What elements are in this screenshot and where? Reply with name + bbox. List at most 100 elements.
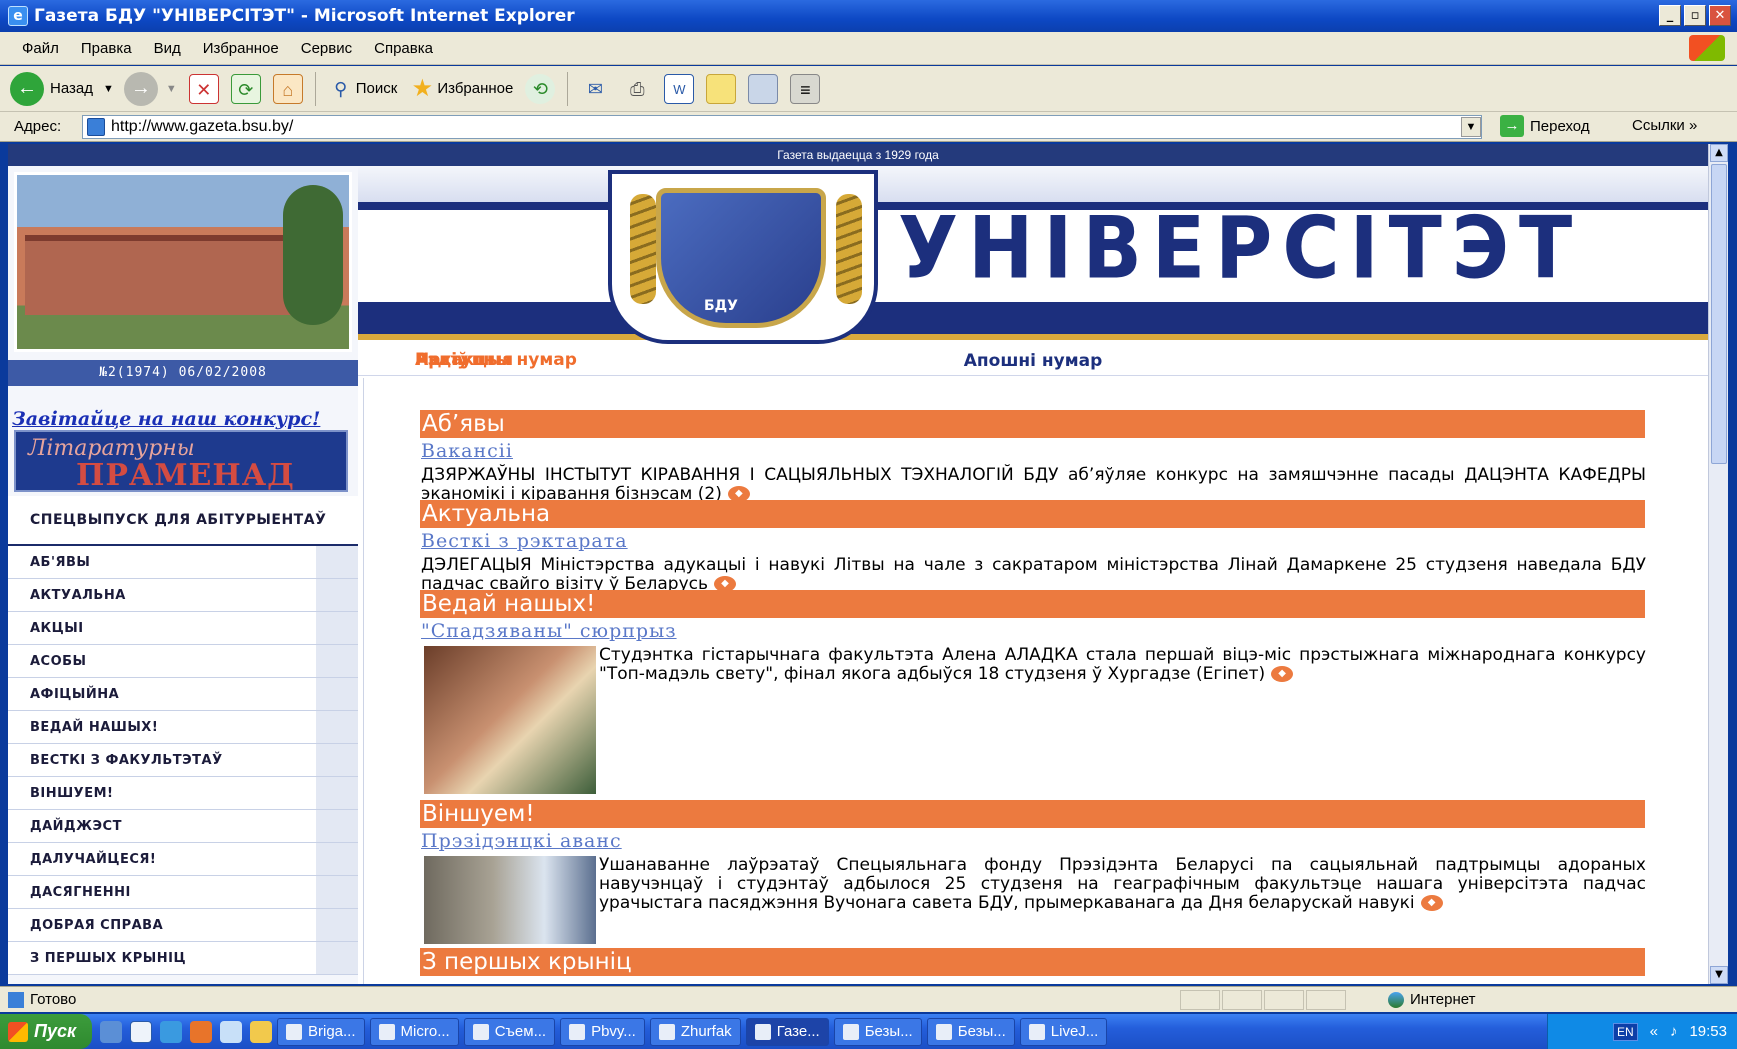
address-field[interactable]: http://www.gazeta.bsu.by/ ▼ [82,115,1482,139]
menu-file[interactable]: Файл [22,40,59,57]
page-scrollbar[interactable]: ▲ ▼ [1708,144,1728,984]
task-button[interactable]: Pbvy... [560,1017,645,1046]
nav-item-faculty-news[interactable]: ВЕСТКІ З ФАКУЛЬТЭТАЎ [8,744,358,777]
favorites-button[interactable]: ★ Избранное [407,74,514,104]
maximize-button[interactable]: ▫ [1684,5,1706,26]
history-icon[interactable]: ⟲ [525,73,556,104]
scroll-thumb[interactable] [1711,164,1727,464]
more-arrow-icon[interactable]: ◆ [1271,666,1294,682]
bsu-crest-logo: БДУ [608,170,878,344]
nav-item-actions[interactable]: АКЦЫІ [8,612,358,645]
start-button[interactable]: Пуск [0,1014,92,1049]
article-headline[interactable]: Прэзідэнцкі аванс [421,830,622,852]
section-header: З першых крыніц [420,948,1645,976]
back-dropdown-icon[interactable]: ▼ [103,83,114,95]
stop-icon[interactable]: ✕ [188,73,219,104]
menu-help[interactable]: Справка [374,40,433,57]
quicklaunch-firefox-icon[interactable] [190,1020,212,1043]
task-button[interactable]: Безы... [926,1017,1015,1046]
nav-item-congrats[interactable]: ВІНШУЕМ! [8,777,358,810]
nav-item-adverts[interactable]: АБ'ЯВЫ [8,546,358,579]
window-title: Газета БДУ "УНІВЕРСІТЭТ" - Microsoft Int… [34,6,575,26]
wheat-left-icon [630,194,656,304]
article-text: Студэнтка гістарычнага факультэта Алена … [599,645,1646,684]
tab-editorial[interactable]: Рэдакцыя [415,351,1640,370]
masthead-bottom-band [358,302,1708,334]
forward-button[interactable]: → ▼ [123,71,177,106]
messenger-icon[interactable] [748,73,779,104]
more-arrow-icon[interactable]: ◆ [1420,895,1443,911]
go-button[interactable]: → Переход [1500,115,1590,137]
crest-text: БДУ [704,298,738,314]
status-pane [1306,990,1346,1010]
article-summary: Студэнтка гістарычнага факультэта Алена … [599,646,1646,684]
links-button[interactable]: Ссылки » [1632,117,1697,134]
minimize-button[interactable]: _ [1659,5,1681,26]
refresh-icon[interactable]: ⟳ [230,73,261,104]
quicklaunch-desktop-icon[interactable] [100,1020,122,1043]
print-icon[interactable]: ⎙ [622,74,652,104]
article-headline[interactable]: Весткі з рэктарата [421,530,628,552]
scroll-up-icon[interactable]: ▲ [1710,144,1728,162]
search-icon: ⚲ [334,78,348,99]
quicklaunch-word-icon[interactable] [130,1020,152,1043]
task-button[interactable]: LiveJ... [1019,1017,1108,1046]
task-button[interactable]: Безы... [833,1017,922,1046]
quicklaunch-app-icon[interactable] [220,1020,242,1043]
clock: 19:53 [1689,1023,1727,1040]
start-label: Пуск [34,1021,77,1041]
address-dropdown-icon[interactable]: ▼ [1461,117,1481,137]
quicklaunch-ie-icon[interactable] [160,1020,182,1043]
task-icon [935,1023,952,1040]
nav-item-achievements[interactable]: ДАСЯГНЕННІ [8,876,358,909]
menu-favorites[interactable]: Избранное [203,40,279,57]
task-button-active[interactable]: Газе... [745,1017,829,1046]
volume-icon[interactable]: ♪ [1670,1023,1678,1040]
research-icon[interactable]: ≡ [790,73,821,104]
nav-item-abiturients[interactable]: СПЕЦВЫПУСК ДЛЯ АБІТУРЫЕНТАЎ [8,496,358,546]
article-headline[interactable]: Вакансіі [421,440,513,462]
nav-item-official[interactable]: АФІЦЫЙНА [8,678,358,711]
nav-item-good-deed[interactable]: ДОБРАЯ СПРАВА [8,909,358,942]
task-icon [1028,1023,1045,1040]
task-button[interactable]: Briga... [277,1017,365,1046]
menu-edit[interactable]: Правка [81,40,132,57]
discuss-icon[interactable] [706,73,737,104]
address-bar: Адрес: http://www.gazeta.bsu.by/ ▼ → Пер… [0,112,1737,142]
menu-view[interactable]: Вид [154,40,181,57]
article-headline[interactable]: "Спадзяваны" сюрпрыз [421,620,677,642]
menu-bar: Файл Правка Вид Избранное Сервис Справка [0,32,1737,65]
nav-item-persons[interactable]: АСОБЫ [8,645,358,678]
search-button[interactable]: ⚲ Поиск [326,74,397,104]
konkurs-link[interactable]: Завітайце на наш конкурс! [12,408,320,430]
article-photo[interactable] [424,646,596,794]
article-text: ДЭЛЕГАЦЫЯ Міністэрства адукацыі і навукі… [421,555,1646,594]
go-label: Переход [1530,117,1590,135]
status-pane [1264,990,1304,1010]
nav-item-actual[interactable]: АКТУАЛЬНА [8,579,358,612]
mail-icon[interactable]: ✉ [580,74,610,104]
nav-item-know-ours[interactable]: ВЕДАЙ НАШЫХ! [8,711,358,744]
nav-item-join[interactable]: ДАЛУЧАЙЦЕСЯ! [8,843,358,876]
language-indicator[interactable]: EN [1612,1022,1638,1041]
task-icon [754,1023,771,1040]
back-button[interactable]: ← Назад ▼ [10,71,114,106]
home-icon[interactable]: ⌂ [272,73,303,104]
promenade-banner[interactable]: Літаратурны ПРАМЕНАД [14,430,348,493]
menu-tools[interactable]: Сервис [301,40,352,57]
taskbar: Пуск Briga... Micro... Съем... Pbvy... Z… [0,1014,1737,1049]
close-button[interactable]: ✕ [1709,5,1731,26]
nav-item-first-sources[interactable]: З ПЕРШЫХ КРЫНІЦ [8,942,358,975]
tray-expand-icon[interactable]: « [1650,1023,1658,1040]
nav-item-digest[interactable]: ДАЙДЖЭСТ [8,810,358,843]
quicklaunch-folder-icon[interactable] [250,1020,272,1043]
article-photo[interactable] [424,856,596,944]
section-header: Ведай нашых! [420,590,1645,618]
task-button[interactable]: Zhurfak [649,1017,741,1046]
task-button[interactable]: Micro... [369,1017,459,1046]
edit-word-icon[interactable]: W [664,73,695,104]
forward-dropdown-icon[interactable]: ▼ [166,83,177,95]
newspaper-title: УНІВЕРСІТЭТ [898,199,1583,299]
scroll-down-icon[interactable]: ▼ [1710,966,1728,984]
task-button[interactable]: Съем... [463,1017,556,1046]
